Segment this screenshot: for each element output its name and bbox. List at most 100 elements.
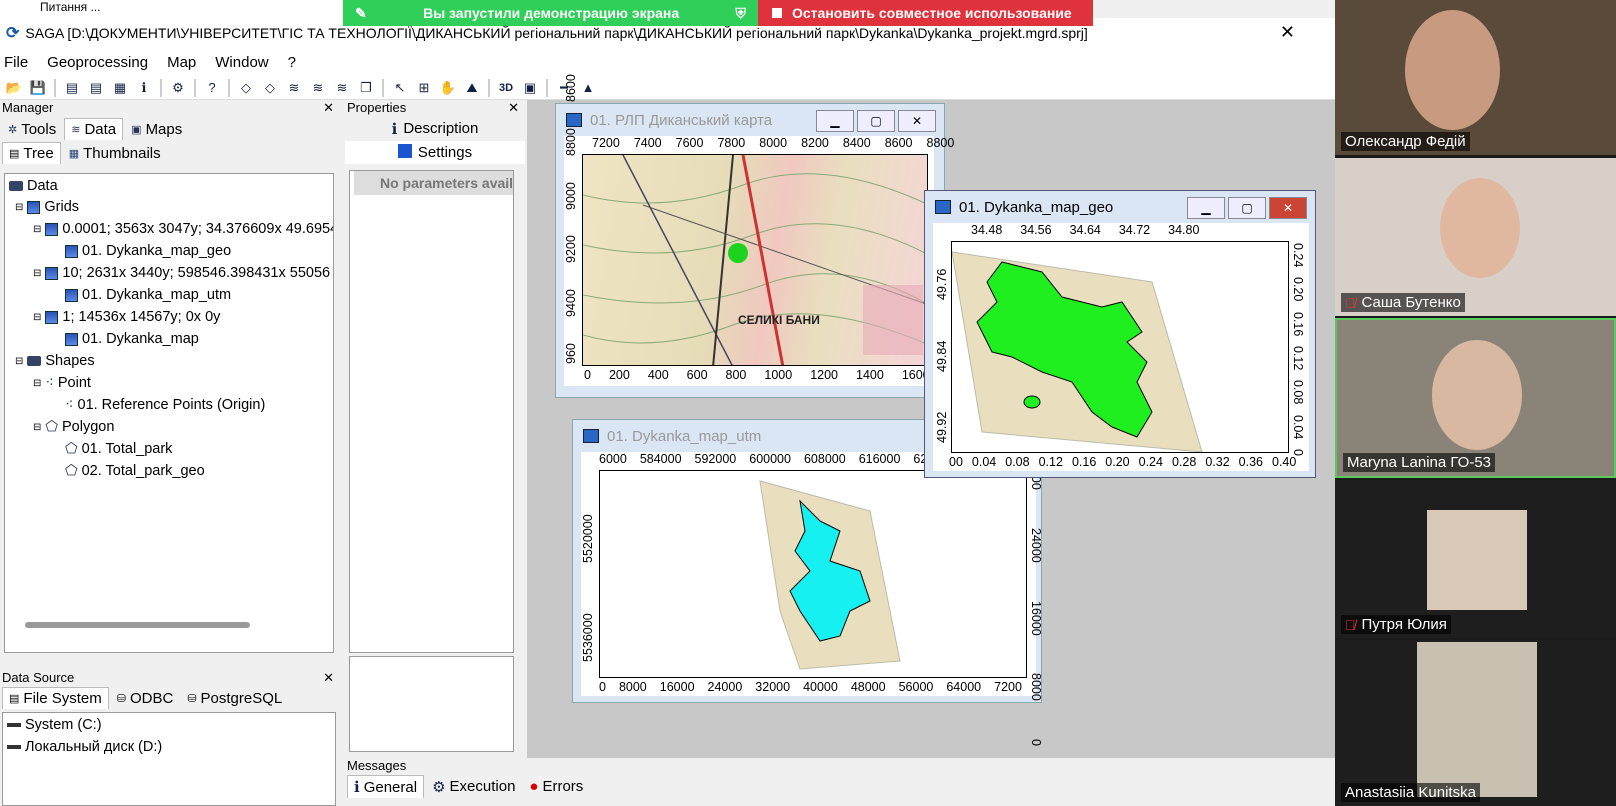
grid-system-icon bbox=[45, 222, 59, 236]
tree-item-polygon[interactable]: ⬠ 02. Total_park_geo bbox=[65, 463, 205, 479]
properties-footer bbox=[349, 656, 514, 752]
north-arrow-icon[interactable]: ▲ bbox=[578, 78, 598, 98]
utm-map-image bbox=[599, 470, 1027, 678]
copy-map-icon[interactable]: ❐ bbox=[356, 78, 376, 98]
tree-node-shapes[interactable]: ⊟ Shapes bbox=[15, 353, 95, 369]
layers-icon[interactable]: ≋ bbox=[284, 78, 304, 98]
tab-errors[interactable]: ● Errors bbox=[523, 775, 589, 798]
tools-icon[interactable]: ⚙ bbox=[168, 78, 188, 98]
mic-muted-icon: 🎙̸ bbox=[1345, 616, 1356, 633]
drive-icon bbox=[7, 745, 21, 749]
tab-maps[interactable]: ▣ Maps bbox=[125, 118, 188, 140]
participant-name: Maryna Lanina ГО-53 bbox=[1343, 453, 1496, 472]
participant-video bbox=[1440, 178, 1520, 278]
tab-postgresql[interactable]: ⛁ PostgreSQL bbox=[181, 687, 288, 709]
layer-up-icon[interactable]: ◇ bbox=[236, 78, 256, 98]
help-icon[interactable]: ? bbox=[202, 78, 222, 98]
menu-geoprocessing[interactable]: Geoprocessing bbox=[47, 54, 148, 71]
menu-window[interactable]: Window bbox=[215, 54, 268, 71]
window-title: SAGA [D:\ДОКУМЕНТИ\УНІВЕРСИТЕТ\ГІС ТА ТЕ… bbox=[25, 25, 1088, 41]
zoom-icon[interactable]: ⊞ bbox=[414, 78, 434, 98]
layer-down-icon[interactable]: ◇ bbox=[260, 78, 280, 98]
drive-d[interactable]: Локальный диск (D:) bbox=[7, 739, 162, 755]
measure-icon[interactable]: ⛰ bbox=[462, 78, 482, 98]
save-icon[interactable]: 💾 bbox=[28, 78, 48, 98]
participant-tile[interactable]: 🎙̸ Саша Бутенко bbox=[1335, 158, 1616, 316]
map-window-icon bbox=[583, 429, 599, 443]
select-arrow-icon[interactable]: ↖ bbox=[390, 78, 410, 98]
drive-c[interactable]: System (C:) bbox=[7, 717, 102, 733]
participant-name: 🎙̸ Путря Юлия bbox=[1341, 615, 1451, 634]
layers3-icon[interactable]: ≋ bbox=[332, 78, 352, 98]
participant-tile[interactable]: Maryna Lanina ГО-53 bbox=[1335, 318, 1616, 478]
tab-file-system[interactable]: ▤ File System bbox=[2, 687, 109, 709]
tree-node-grids[interactable]: ⊟ Grids bbox=[15, 199, 79, 215]
map-canvas[interactable]: 34.48 34.56 34.64 34.72 34.80 49.92 49.84 49.7… bbox=[933, 223, 1309, 471]
window-close-button[interactable]: ✕ bbox=[1280, 22, 1295, 43]
grid-system-icon bbox=[45, 310, 59, 324]
datasource-close-icon[interactable]: ✕ bbox=[323, 670, 334, 687]
stop-sharing-button[interactable]: Остановить совместное использование bbox=[758, 0, 1093, 26]
shield-icon: ⛨ bbox=[735, 4, 747, 21]
map-canvas[interactable]: 7200 7400 7600 7800 8000 8200 8400 8600 8800 СЕЛ… bbox=[564, 74, 962, 386]
subtab-tree[interactable]: ▤ Tree bbox=[2, 142, 61, 164]
tab-tools[interactable]: ✲ Tools bbox=[2, 118, 62, 140]
tree-item-polygon[interactable]: ⬠ 01. Total_park bbox=[65, 441, 172, 457]
tab-description[interactable]: ℹ Description bbox=[345, 117, 525, 141]
manager-close-icon[interactable]: ✕ bbox=[323, 100, 334, 117]
map-canvas[interactable]: 6000584000592000600000608000616000624000… bbox=[581, 452, 1043, 746]
thumbnails-icon: ▦ bbox=[68, 147, 80, 160]
map-window-rlp[interactable]: 01. РЛП Диканський карта ▁ ▢ ✕ 7200 7400 760… bbox=[555, 74, 962, 398]
minimize-button[interactable]: ▁ bbox=[1187, 197, 1225, 219]
tree-node-grid-system[interactable]: ⊟ 0.0001; 3563x 3047y; 34.376609x 49.6954 bbox=[33, 221, 333, 237]
properties-toggle-icon[interactable]: ▤ bbox=[86, 78, 106, 98]
tree-node-point[interactable]: ⊟ ⁖ Point bbox=[33, 375, 91, 391]
participant-tile[interactable]: Anastasiia Kunitska bbox=[1335, 640, 1616, 806]
close-button[interactable]: ✕ bbox=[1269, 197, 1307, 219]
properties-panel: Properties ✕ ℹ Description Settings No par… bbox=[345, 100, 525, 758]
3d-view-icon[interactable]: 3D bbox=[496, 78, 516, 98]
info-icon[interactable]: ℹ bbox=[134, 78, 154, 98]
menu-file[interactable]: File bbox=[4, 54, 28, 71]
tab-settings[interactable]: Settings bbox=[345, 141, 525, 164]
tab-general[interactable]: ℹ General bbox=[347, 775, 425, 798]
tree-node-data[interactable]: Data bbox=[9, 178, 58, 194]
tree-node-grid-system[interactable]: ⊟ 1; 14536x 14567y; 0x 0y bbox=[33, 309, 220, 325]
tree-item-points[interactable]: ⁖ 01. Reference Points (Origin) bbox=[65, 397, 265, 413]
properties-close-icon[interactable]: ✕ bbox=[508, 100, 519, 117]
close-button[interactable]: ✕ bbox=[898, 110, 936, 132]
data-tab-icon: ≋ bbox=[71, 124, 81, 136]
tree-node-grid-system[interactable]: ⊟ 10; 2631x 3440y; 598546.398431x 55056 bbox=[33, 265, 330, 281]
pan-hand-icon[interactable]: ✋ bbox=[438, 78, 458, 98]
tree-item-grid[interactable]: 01. Dykanka_map_geo bbox=[65, 243, 231, 259]
execution-icon: ⚙ bbox=[432, 778, 446, 796]
layers2-icon[interactable]: ≋ bbox=[308, 78, 328, 98]
tree-hscrollbar[interactable] bbox=[25, 622, 250, 628]
menu-map[interactable]: Map bbox=[167, 54, 196, 71]
maximize-button[interactable]: ▢ bbox=[1228, 197, 1266, 219]
tree-node-polygon[interactable]: ⊟ ⬠ Polygon bbox=[33, 419, 114, 435]
maximize-button[interactable]: ▢ bbox=[857, 110, 895, 132]
points-icon: ⁖ bbox=[65, 397, 74, 413]
open-icon[interactable]: 📂 bbox=[4, 78, 24, 98]
tab-odbc[interactable]: ⛁ ODBC bbox=[111, 687, 180, 709]
grid-icon bbox=[65, 332, 78, 346]
manager-toggle-icon[interactable]: ▤ bbox=[62, 78, 82, 98]
minimize-button[interactable]: ▁ bbox=[816, 110, 854, 132]
data-icon bbox=[9, 181, 23, 191]
tree-item-grid[interactable]: 01. Dykanka_map bbox=[65, 331, 199, 347]
messages-panel: Messages ℹ General ⚙ Execution ● Errors bbox=[345, 758, 1335, 806]
participant-tile[interactable]: Олександр Федій bbox=[1335, 0, 1616, 155]
tab-execution[interactable]: ⚙ Execution bbox=[426, 775, 521, 798]
datasource-toggle-icon[interactable]: ▦ bbox=[110, 78, 130, 98]
map-label: СЕЛИКІ БАНИ bbox=[738, 313, 820, 327]
messages-title: Messages bbox=[347, 758, 407, 773]
subtab-thumbnails[interactable]: ▦ Thumbnails bbox=[63, 142, 167, 164]
layout-icon[interactable]: ▣ bbox=[520, 78, 540, 98]
participant-name: Олександр Федій bbox=[1341, 132, 1470, 151]
map-window-geo[interactable]: 01. Dykanka_map_geo ▁ ▢ ✕ 34.48 34.56 34.64 3… bbox=[924, 190, 1316, 478]
tree-item-grid[interactable]: 01. Dykanka_map_utm bbox=[65, 287, 231, 303]
tab-data[interactable]: ≋ Data bbox=[64, 118, 124, 140]
menu-help[interactable]: ? bbox=[288, 54, 296, 71]
participant-tile[interactable]: 🎙̸ Путря Юлия bbox=[1335, 480, 1616, 638]
